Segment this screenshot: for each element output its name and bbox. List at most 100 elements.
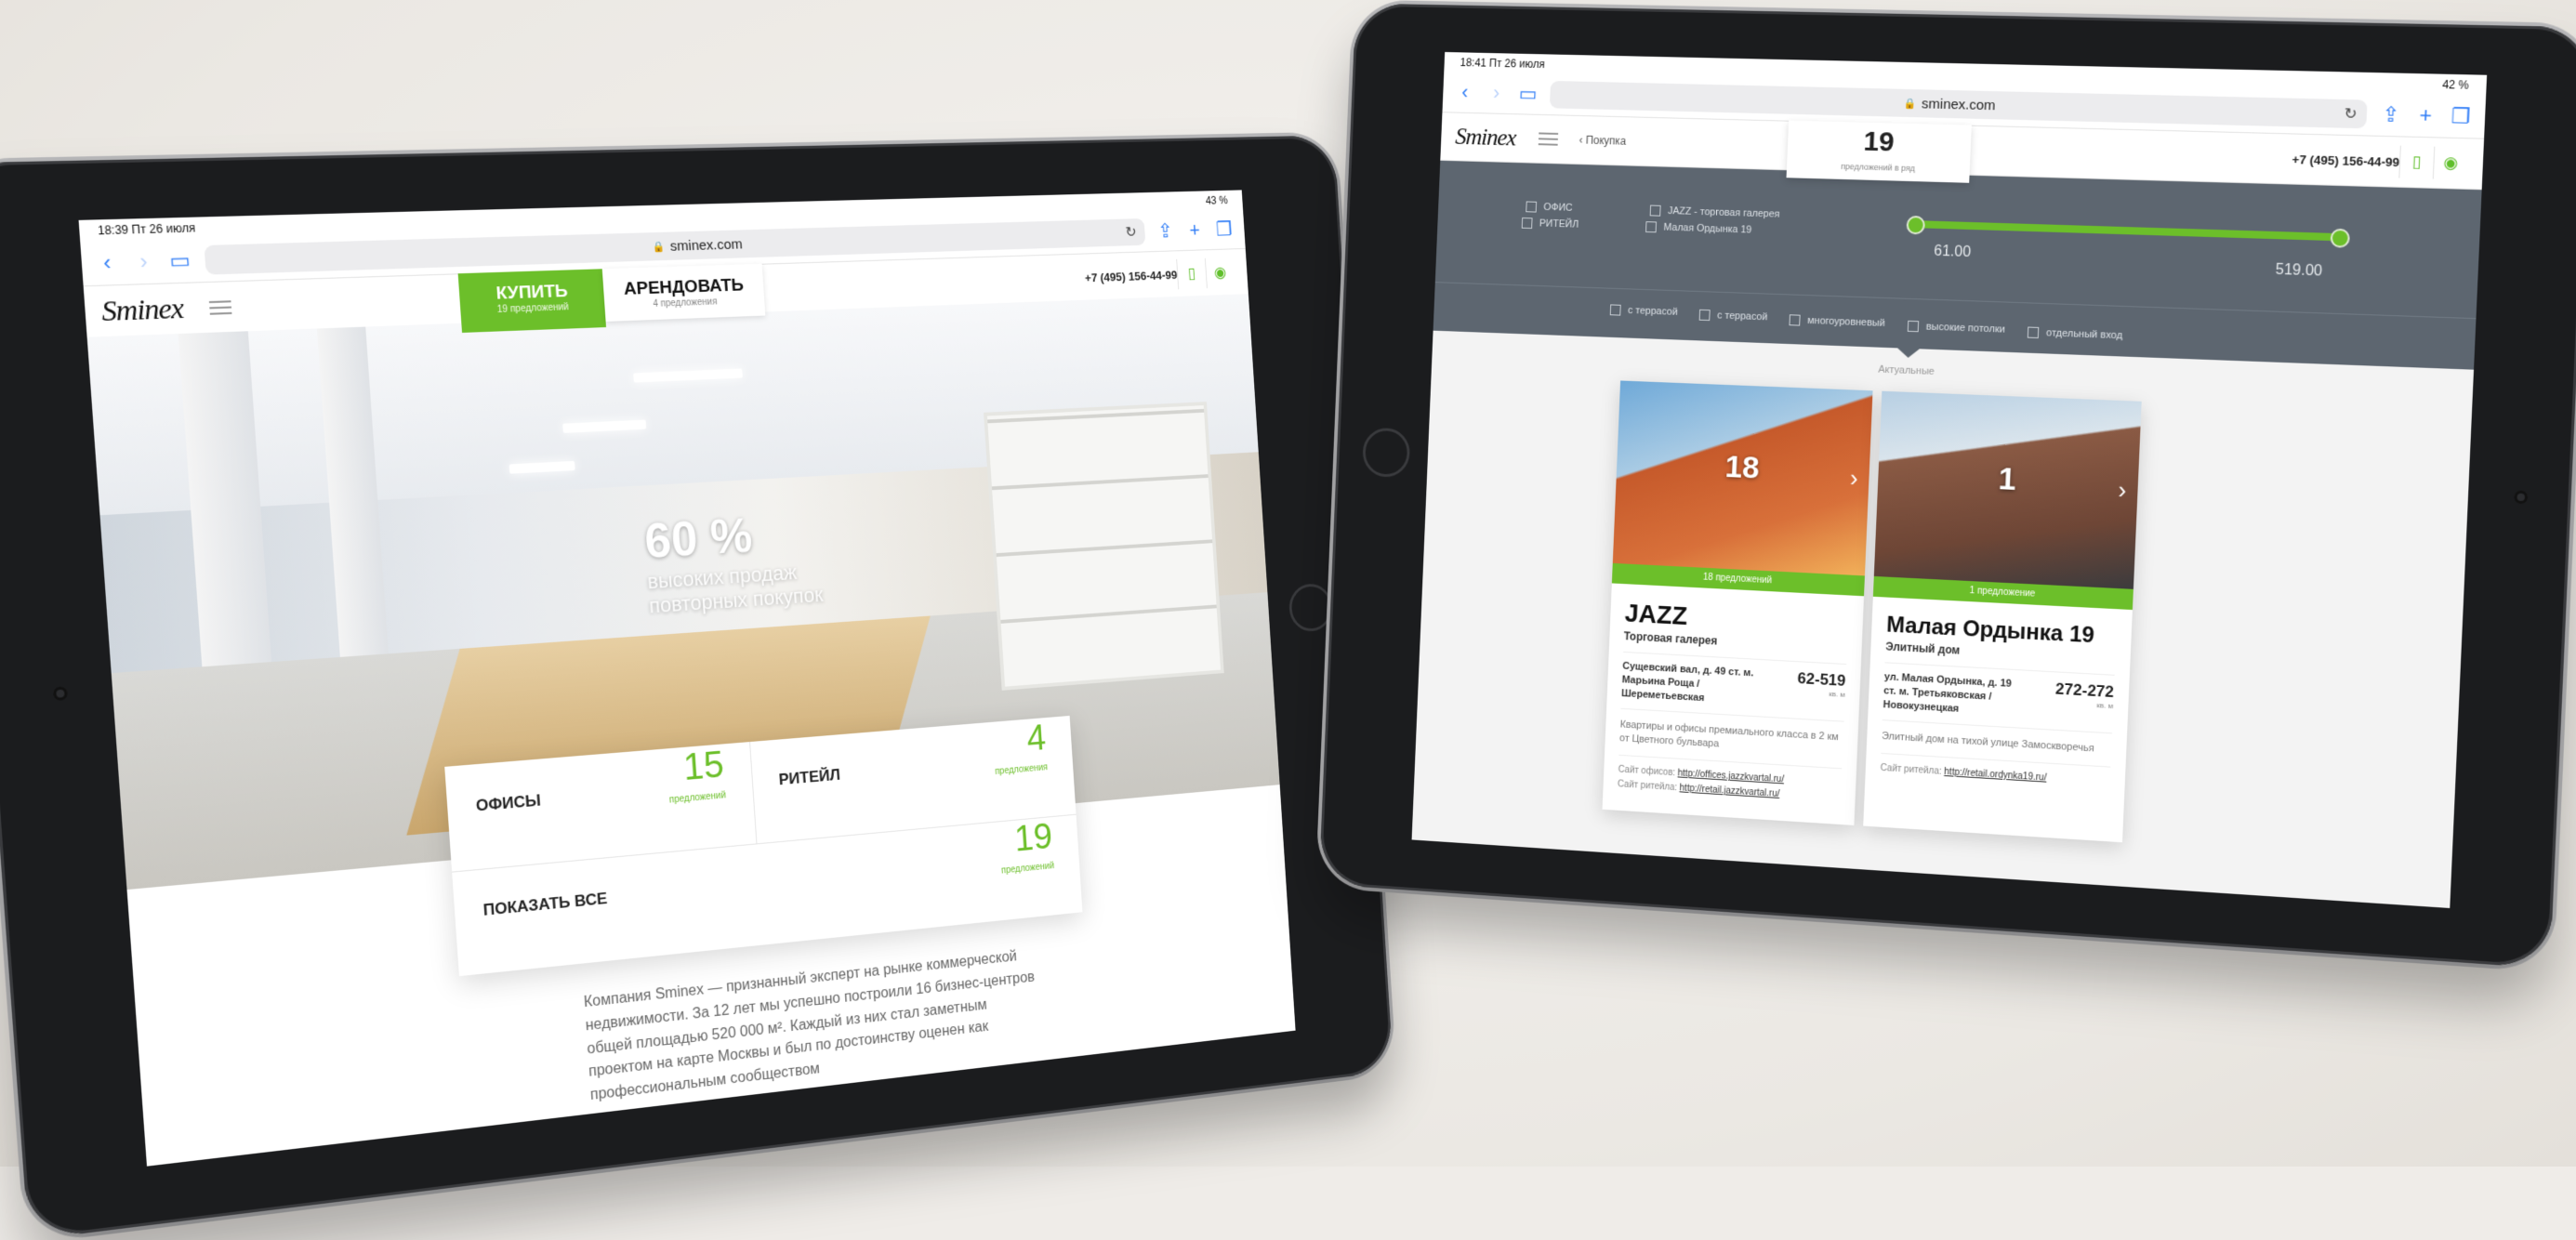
filter-panel: ОФИС РИТЕЙЛ JAZZ - торговая галерея Мала… xyxy=(1433,160,2482,370)
offers-count: 19 предложений в ряд xyxy=(1786,120,1972,183)
status-time: 18:39 Пт 26 июля xyxy=(97,220,196,238)
status-battery: 43 % xyxy=(1205,193,1229,207)
hero-stat: 60 % высоких продаж повторных покупок xyxy=(643,504,825,619)
checkbox[interactable] xyxy=(1789,314,1801,326)
property-address: ул. Малая Ордынка, д. 19 ст. м. Третьяко… xyxy=(1882,671,2013,715)
account-icon[interactable]: ◉ xyxy=(1204,257,1235,289)
category-count: 19 xyxy=(1013,816,1054,860)
property-area: 62-519 xyxy=(1797,669,1846,690)
property-description: Квартиры и офисы премиального класса в 2… xyxy=(1618,719,1839,750)
url-text: sminex.com xyxy=(1921,95,1996,113)
category-name: ОФИСЫ xyxy=(475,791,542,815)
url-text: sminex.com xyxy=(669,235,744,255)
range-min-handle[interactable] xyxy=(1906,215,1926,235)
phone-number[interactable]: +7 (495) 156-44-99 xyxy=(2292,152,2399,168)
category-unit: предложения xyxy=(994,762,1049,777)
filter-feature[interactable]: высокие потолки xyxy=(1907,320,2005,336)
range-max-handle[interactable] xyxy=(2330,228,2351,248)
property-image: 1 › xyxy=(1873,390,2142,589)
back-icon[interactable]: ‹ xyxy=(95,250,119,276)
bookmarks-icon[interactable]: ▭ xyxy=(1518,82,1539,106)
property-offers-count: 18 xyxy=(1724,449,1761,486)
favorites-icon[interactable]: ▯ xyxy=(1176,257,1207,290)
checkbox[interactable] xyxy=(1698,309,1711,322)
checkbox[interactable] xyxy=(1609,304,1621,316)
property-card[interactable]: 18 › 18 предложений JAZZ Торговая галере… xyxy=(1602,380,1873,825)
logo[interactable]: Sminex xyxy=(1455,123,1516,152)
checkbox[interactable] xyxy=(1526,201,1538,213)
checkbox[interactable] xyxy=(2027,326,2040,339)
tabs-icon[interactable]: ❐ xyxy=(1214,218,1234,241)
breadcrumb[interactable]: ‹ Покупка xyxy=(1579,134,1626,148)
share-icon[interactable]: ⇪ xyxy=(2380,102,2402,127)
right-screen: 18:41 Пт 26 июля 42 % ‹ › ▭ 🔒 sminex.com… xyxy=(1411,51,2488,909)
logo[interactable]: Sminex xyxy=(100,292,184,328)
category-count: 4 xyxy=(1025,718,1048,759)
filter-feature[interactable]: с террасой xyxy=(1698,309,1768,323)
offers-count-label: предложений в ряд xyxy=(1840,161,1916,174)
checkbox[interactable] xyxy=(1521,217,1533,230)
sort-label[interactable]: Актуальные xyxy=(1878,364,1935,377)
share-icon[interactable]: ⇪ xyxy=(1156,219,1175,243)
filter-feature[interactable]: с террасой xyxy=(1609,304,1678,318)
chevron-right-icon[interactable]: › xyxy=(2118,476,2127,506)
new-tab-icon[interactable]: + xyxy=(1185,218,1205,242)
lock-icon: 🔒 xyxy=(1903,98,1917,110)
category-name: ПОКАЗАТЬ ВСЕ xyxy=(482,889,608,919)
category-count: 15 xyxy=(681,744,726,789)
account-icon[interactable]: ◉ xyxy=(2432,146,2468,180)
new-tab-icon[interactable]: + xyxy=(2414,103,2437,128)
phone-number[interactable]: +7 (495) 156-44-99 xyxy=(1085,268,1178,284)
filter-type-office[interactable]: ОФИС xyxy=(1526,201,1573,214)
property-area: 272-272 xyxy=(2054,679,2115,702)
tab-rent-label: АРЕНДОВАТЬ xyxy=(623,275,745,299)
property-description: Элитный дом на тихой улице Замоскворечья xyxy=(1881,730,2094,754)
property-area-unit: кв. м xyxy=(1829,689,1845,699)
left-tablet: 18:39 Пт 26 июля 43 % ‹ › ▭ 🔒 sminex.com… xyxy=(0,135,1394,1240)
category-unit: предложений xyxy=(668,790,727,806)
property-card[interactable]: 1 › 1 предложение Малая Ордынка 19 Элитн… xyxy=(1863,390,2142,843)
menu-icon[interactable] xyxy=(208,300,232,315)
property-image: 18 › xyxy=(1612,380,1873,576)
reload-icon[interactable]: ↻ xyxy=(2344,104,2358,124)
checkbox[interactable] xyxy=(1645,221,1658,233)
camera xyxy=(2514,490,2529,505)
menu-icon[interactable] xyxy=(1538,132,1559,146)
checkbox[interactable] xyxy=(1907,320,1920,333)
status-battery: 42 % xyxy=(2441,77,2470,92)
forward-icon[interactable]: › xyxy=(132,249,156,275)
filter-feature[interactable]: отдельный вход xyxy=(2027,326,2122,341)
forward-icon[interactable]: › xyxy=(1486,81,1507,105)
category-name: РИТЕЙЛ xyxy=(778,765,841,789)
range-min-value: 61.00 xyxy=(1933,243,1972,261)
home-button[interactable] xyxy=(1361,427,1411,479)
property-site-link[interactable]: http://retail.ordynka19.ru/ xyxy=(1944,767,2047,784)
property-offers-count: 1 xyxy=(1997,461,2017,498)
tabs-icon[interactable]: ❐ xyxy=(2450,104,2472,129)
chevron-right-icon[interactable]: › xyxy=(1849,464,1859,493)
left-screen: 18:39 Пт 26 июля 43 % ‹ › ▭ 🔒 sminex.com… xyxy=(78,190,1296,1167)
filter-type-retail[interactable]: РИТЕЙЛ xyxy=(1521,217,1579,231)
right-tablet: 18:41 Пт 26 июля 42 % ‹ › ▭ 🔒 sminex.com… xyxy=(1318,3,2576,970)
status-time: 18:41 Пт 26 июля xyxy=(1460,56,1545,71)
about-text: Компания Sminex — признанный эксперт на … xyxy=(583,948,1036,1104)
favorites-icon[interactable]: ▯ xyxy=(2398,145,2435,179)
lock-icon: 🔒 xyxy=(652,241,666,253)
filter-project-jazz[interactable]: JAZZ - торговая галерея xyxy=(1649,204,1780,220)
tab-rent[interactable]: АРЕНДОВАТЬ 4 предложения xyxy=(601,263,766,322)
tab-buy[interactable]: КУПИТЬ 19 предложений xyxy=(457,269,607,333)
tab-buy-label: КУПИТЬ xyxy=(495,281,569,304)
filter-feature[interactable]: многоуровневый xyxy=(1789,314,1885,329)
bookmarks-icon[interactable]: ▭ xyxy=(168,248,192,274)
checkbox[interactable] xyxy=(1649,204,1661,217)
breadcrumb-label: Покупка xyxy=(1585,133,1627,148)
area-range-slider[interactable] xyxy=(1906,215,2351,248)
category-unit: предложений xyxy=(1000,861,1055,877)
reload-icon[interactable]: ↻ xyxy=(1125,223,1137,242)
filter-project-ordynka[interactable]: Малая Ордынка 19 xyxy=(1645,221,1752,236)
back-icon[interactable]: ‹ xyxy=(1455,80,1475,104)
offers-count-value: 19 xyxy=(1863,125,1896,158)
camera xyxy=(52,686,69,702)
home-button[interactable] xyxy=(1288,582,1334,633)
property-address: Сущевский вал, д. 49 ст. м. Марьина Роща… xyxy=(1620,660,1754,704)
